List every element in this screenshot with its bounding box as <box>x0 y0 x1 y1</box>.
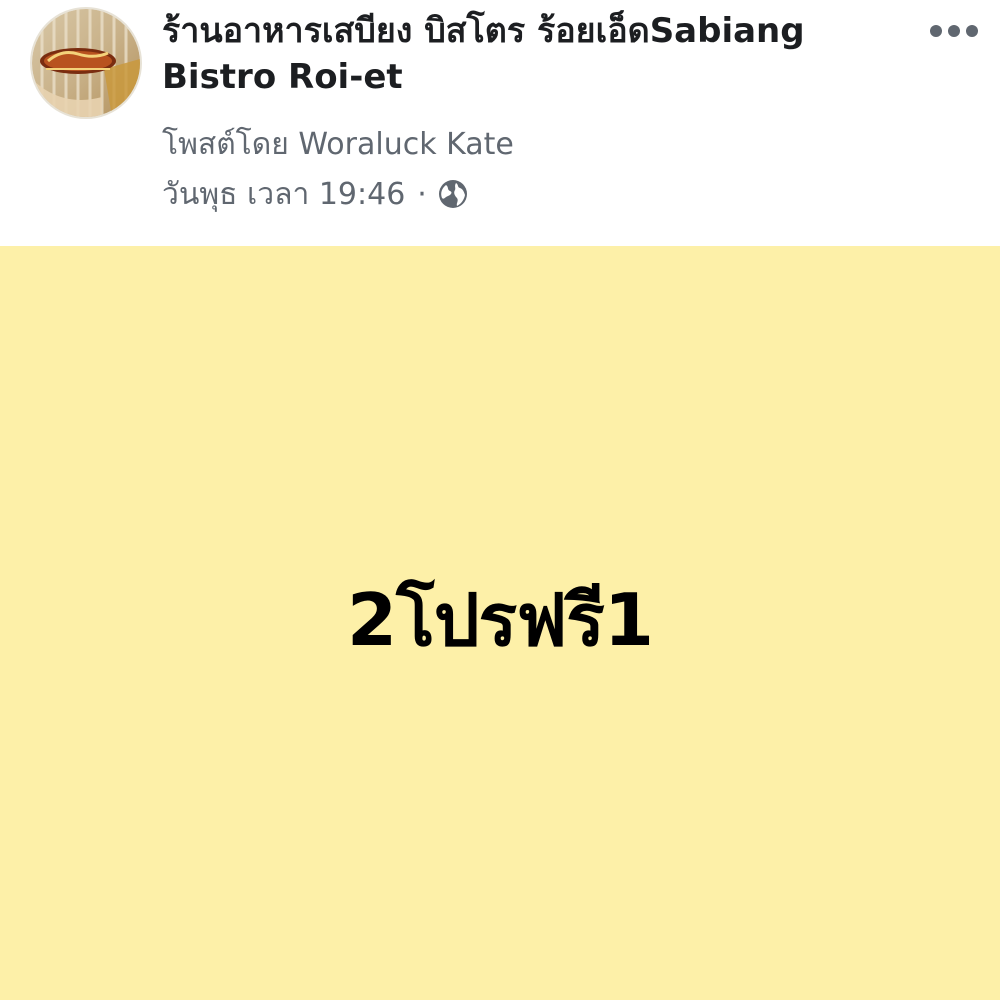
restaurant-logo-icon <box>32 9 140 117</box>
post-timestamp[interactable]: วันพุธ เวลา 19:46 <box>162 171 405 218</box>
facebook-post: ร้านอาหารเสบียง บิสโตร ร้อยเอ็ดSabiang B… <box>0 0 1000 1000</box>
posted-by-label[interactable]: โพสต์โดย Woraluck Kate <box>162 124 514 166</box>
post-body-text: 2โปรฟรี1 <box>347 577 654 662</box>
meta-separator: · <box>417 176 427 212</box>
more-options-icon <box>930 25 942 37</box>
more-options-dot <box>966 25 978 37</box>
page-name[interactable]: ร้านอาหารเสบียง บิสโตร ร้อยเอ็ดSabiang B… <box>162 8 862 100</box>
globe-icon[interactable] <box>437 178 469 210</box>
post-content-area[interactable]: 2โปรฟรี1 <box>0 246 1000 1000</box>
post-meta: วันพุธ เวลา 19:46 · <box>162 173 469 215</box>
page-avatar[interactable] <box>30 7 142 119</box>
more-options-dot <box>948 25 960 37</box>
post-header: ร้านอาหารเสบียง บิสโตร ร้อยเอ็ดSabiang B… <box>0 0 1000 246</box>
more-options-button[interactable] <box>928 14 980 48</box>
